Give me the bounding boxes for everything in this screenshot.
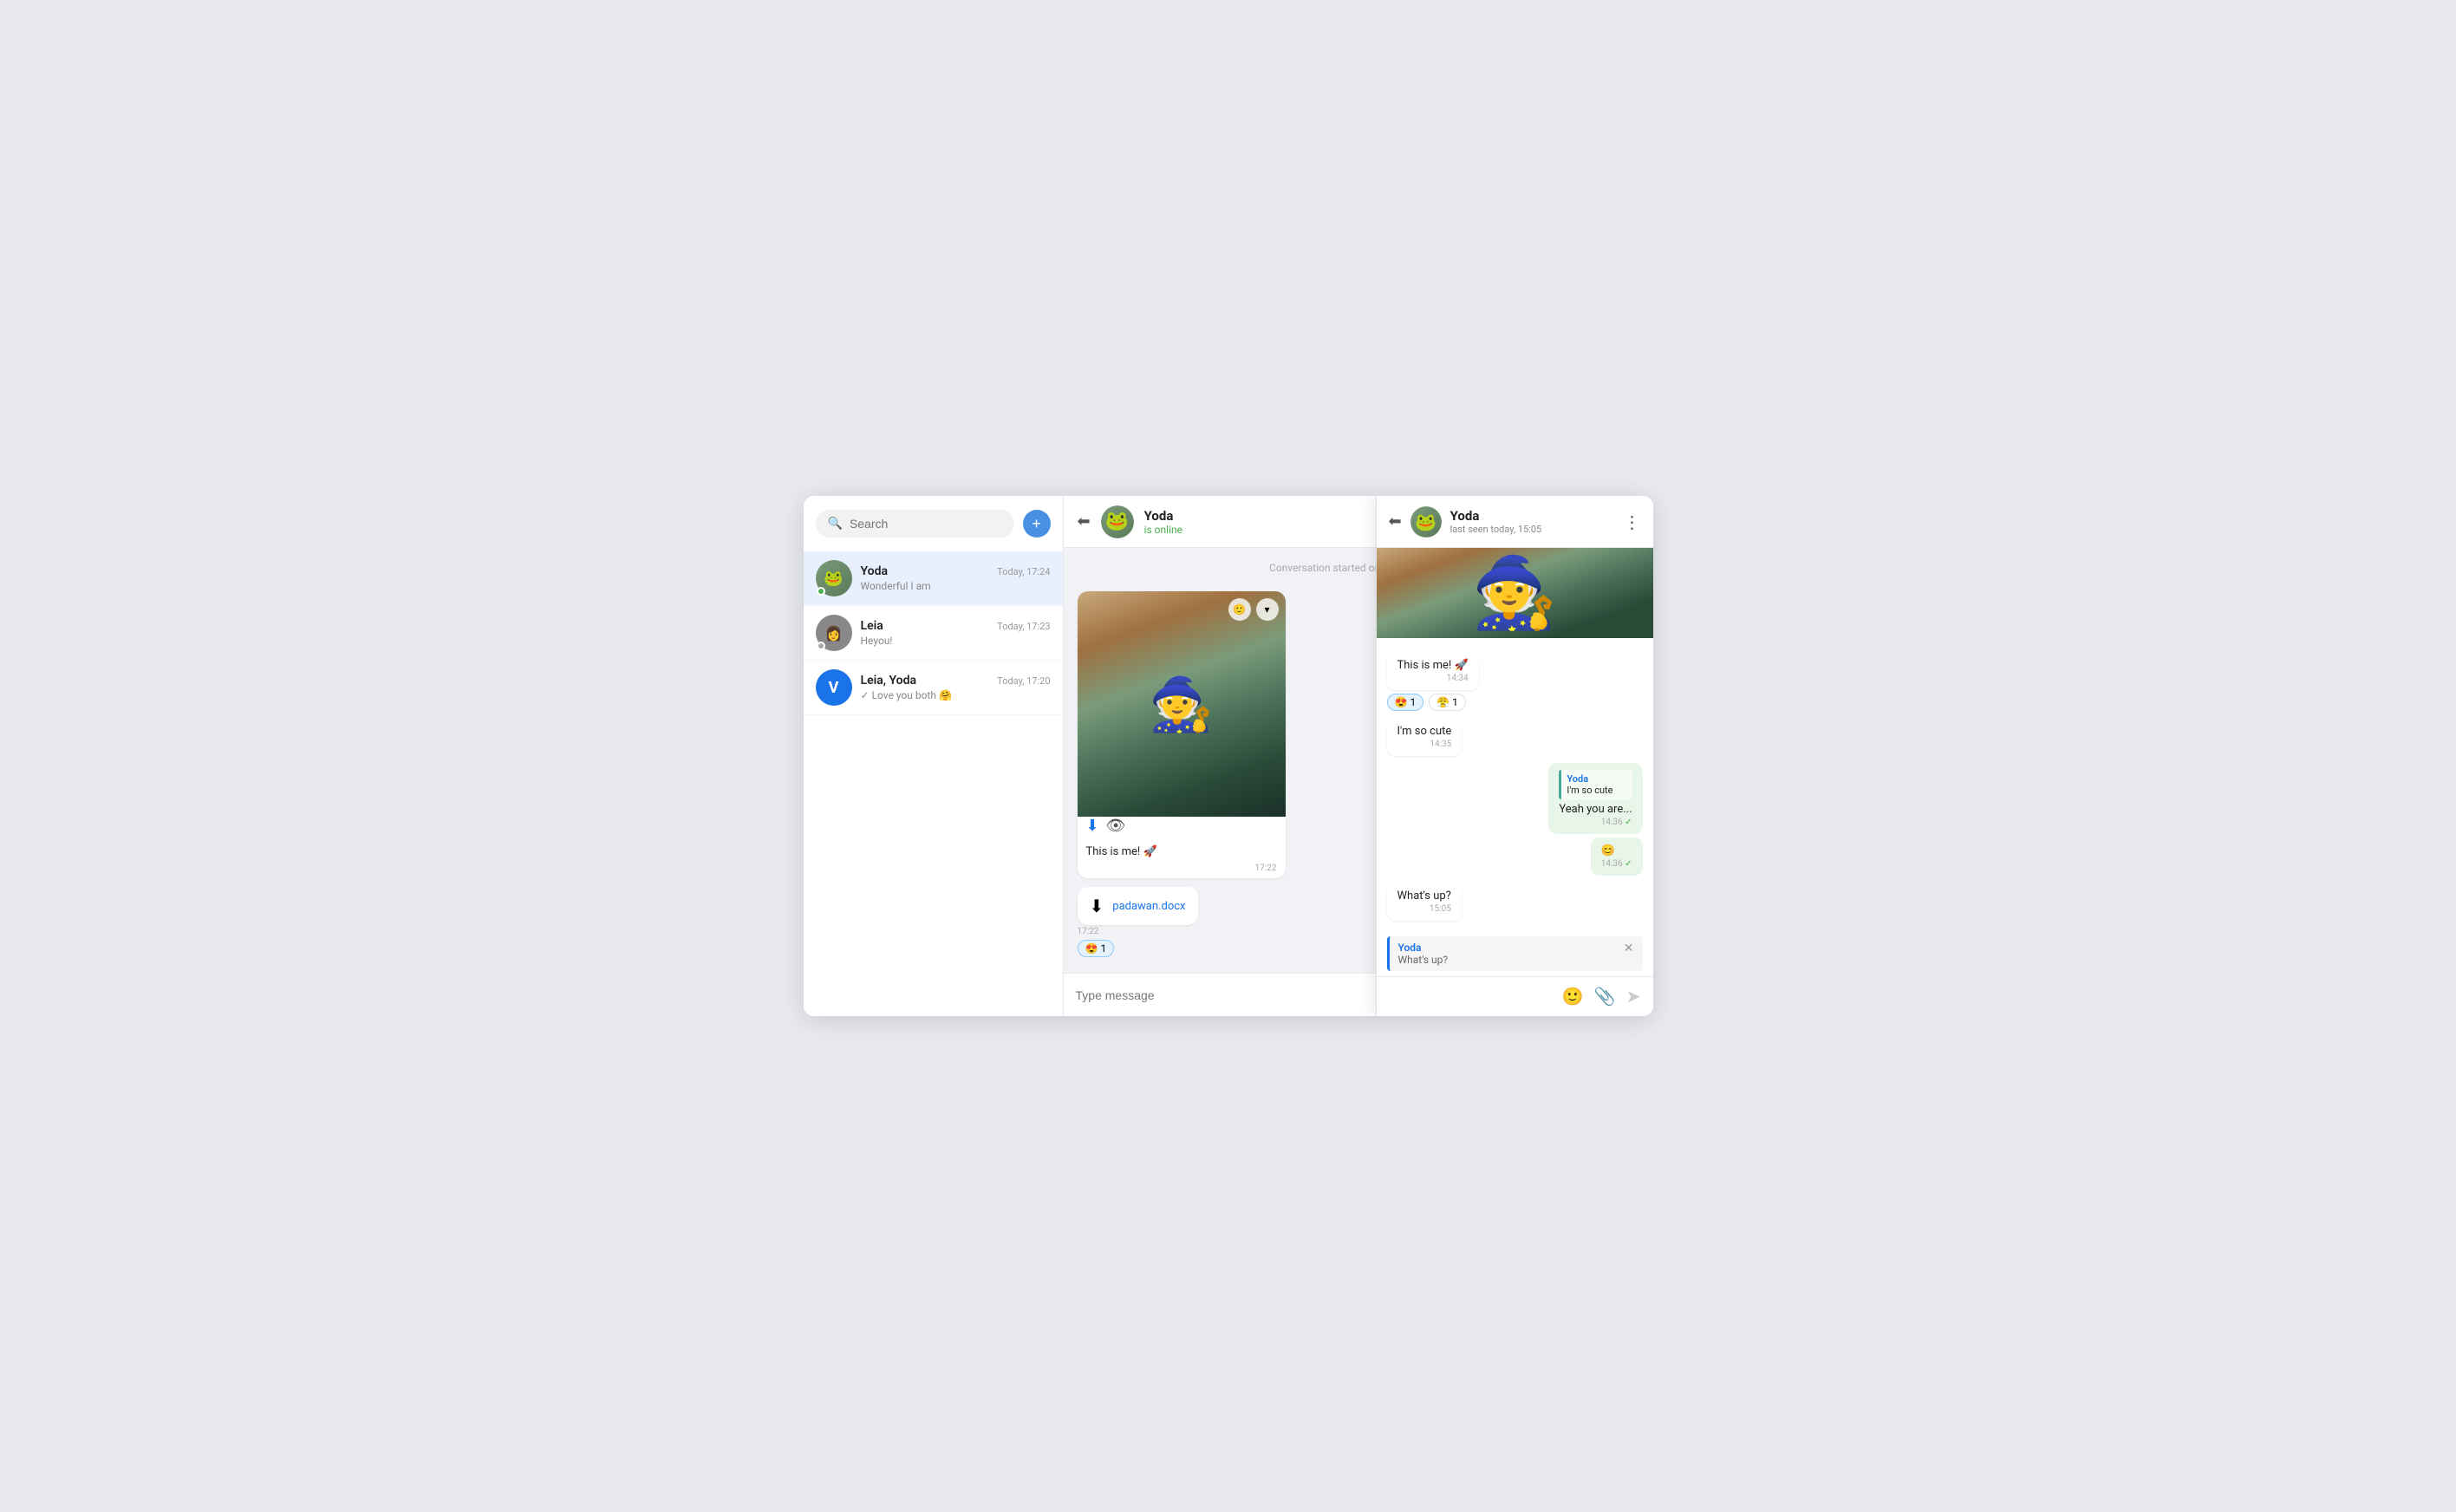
right-panel-emoji-button[interactable]: 🙂: [1560, 984, 1586, 1009]
contact-item-leia-yoda[interactable]: V Leia, Yoda Today, 17:20 ✓ Love you bot…: [804, 661, 1063, 715]
rp-sent-wrap: Yoda I'm so cute Yeah you are... 14:36 ✓…: [1387, 763, 1643, 876]
file-bubble: ⬇ padawan.docx: [1078, 887, 1198, 925]
rp-reaction-heart[interactable]: 😍 1: [1387, 694, 1424, 711]
image-bubble-actions: ⬇ 👁: [1078, 817, 1286, 840]
add-contact-button[interactable]: +: [1023, 510, 1051, 538]
rp-message-1-text: This is me! 🚀: [1397, 659, 1469, 672]
rp-sent-emoji-text: 😊: [1601, 844, 1615, 857]
rp-message-1: This is me! 🚀 14:34: [1387, 652, 1479, 690]
rp-message-5: What's up? 15:05: [1387, 883, 1462, 921]
right-panel-attachment-button[interactable]: 📎: [1593, 984, 1618, 1009]
right-panel-send-button[interactable]: ➤: [1625, 984, 1643, 1009]
contact-preview-leia: Heyou!: [861, 635, 1051, 647]
avatar-wrap-group: V: [816, 669, 852, 706]
image-bubble: 🙂 ▾ 🧙 ⬇ 👁 This is me! 🚀 17:22: [1078, 591, 1286, 878]
rp-message-5-wrap: What's up? 15:05: [1387, 883, 1643, 921]
contact-time-group: Today, 17:20: [997, 675, 1050, 687]
avatar-wrap-leia: 👩: [816, 615, 852, 651]
right-panel-avatar: 🐸: [1410, 506, 1442, 538]
rp-sent-time: 14:36 ✓: [1559, 818, 1632, 827]
rp-sent-text: Yeah you are...: [1559, 803, 1632, 816]
image-caption: This is me! 🚀: [1078, 840, 1286, 860]
right-panel-input-bar: 🙂 📎 ➤: [1377, 976, 1653, 1016]
rp-message-5-time: 15:05: [1397, 904, 1451, 914]
rp-message-2-wrap: I'm so cute 14:35: [1387, 718, 1643, 756]
reply-preview-sender: Yoda: [1398, 942, 1634, 954]
app-container: 🔍 + 🐸 Yoda Today, 17:24: [804, 496, 1653, 1016]
image-time: 17:22: [1078, 864, 1286, 878]
right-panel-last-seen: last seen today, 15:05: [1450, 524, 1615, 535]
right-panel-back-icon[interactable]: ⬅: [1389, 512, 1402, 531]
contact-name-leia: Leia: [861, 619, 883, 633]
online-indicator-yoda: [817, 587, 825, 596]
file-icon: ⬇: [1090, 896, 1104, 916]
eye-icon[interactable]: 👁: [1106, 817, 1126, 835]
plus-icon: +: [1032, 515, 1041, 533]
right-panel-contact-name: Yoda: [1450, 508, 1615, 524]
contact-info-group: Leia, Yoda Today, 17:20 ✓ Love you both …: [861, 674, 1051, 701]
rp-sent-emoji: 😊 14:36 ✓: [1591, 837, 1643, 876]
rp-message-1-reactions: 😍 1 😤 1: [1387, 694, 1466, 711]
reply-preview-text: What's up?: [1398, 954, 1634, 966]
right-panel-profile-image: 🧙: [1377, 548, 1653, 638]
file-time: 17:22: [1078, 927, 1099, 936]
dots-menu-icon[interactable]: ⋮: [1624, 512, 1641, 532]
contact-info-leia: Leia Today, 17:23 Heyou!: [861, 619, 1051, 647]
contact-info-yoda: Yoda Today, 17:24 Wonderful I am: [861, 564, 1051, 592]
chat-header-avatar: 🐸: [1101, 505, 1134, 538]
reply-close-button[interactable]: ✕: [1624, 942, 1634, 955]
rp-message-1-wrap: This is me! 🚀 14:34 😍 1 😤 1: [1387, 652, 1643, 711]
contact-name-row-yoda: Yoda Today, 17:24: [861, 564, 1051, 578]
file-reaction-pill[interactable]: 😍 1: [1078, 940, 1115, 957]
right-panel-header: ⬅ 🐸 Yoda last seen today, 15:05 ⋮: [1377, 496, 1653, 548]
contact-name-row-group: Leia, Yoda Today, 17:20: [861, 674, 1051, 688]
contact-name-yoda: Yoda: [861, 564, 889, 578]
contact-name-row-leia: Leia Today, 17:23: [861, 619, 1051, 633]
contact-item-yoda[interactable]: 🐸 Yoda Today, 17:24 Wonderful I am: [804, 551, 1063, 606]
rp-message-2-text: I'm so cute: [1397, 725, 1452, 738]
right-panel: ⬅ 🐸 Yoda last seen today, 15:05 ⋮ 🧙 This…: [1376, 496, 1653, 1016]
sidebar-header: 🔍 +: [804, 496, 1063, 551]
right-panel-messages: 🧙 This is me! 🚀 14:34 😍 1 😤 1 I'm so cut…: [1377, 548, 1653, 931]
image-controls: 🙂 ▾: [1228, 598, 1279, 621]
rp-quote-preview: Yoda I'm so cute: [1559, 770, 1632, 799]
download-icon[interactable]: ⬇: [1086, 817, 1099, 835]
rp-message-1-time: 14:34: [1397, 674, 1469, 683]
avatar-group: V: [816, 669, 852, 706]
sidebar: 🔍 + 🐸 Yoda Today, 17:24: [804, 496, 1064, 1016]
search-box[interactable]: 🔍: [816, 510, 1014, 538]
contact-time-yoda: Today, 17:24: [997, 566, 1050, 577]
rp-message-5-text: What's up?: [1397, 890, 1451, 903]
right-panel-header-info: Yoda last seen today, 15:05: [1450, 508, 1615, 535]
contact-item-leia[interactable]: 👩 Leia Today, 17:23 Heyou!: [804, 606, 1063, 661]
search-input[interactable]: [850, 517, 1002, 531]
rp-message-2-time: 14:35: [1397, 740, 1452, 749]
file-reactions: 😍 1: [1078, 940, 1115, 957]
more-options-button[interactable]: ▾: [1256, 598, 1279, 621]
rp-reaction-angry[interactable]: 😤 1: [1429, 694, 1466, 711]
right-panel-input[interactable]: [1387, 990, 1554, 1003]
emoji-react-button[interactable]: 🙂: [1228, 598, 1251, 621]
avatar-wrap-yoda: 🐸: [816, 560, 852, 596]
rp-sent-emoji-time: 14:36 ✓: [1601, 859, 1632, 869]
search-icon: 🔍: [828, 517, 843, 531]
contact-time-leia: Today, 17:23: [997, 621, 1050, 632]
rp-quote-sender: Yoda: [1567, 773, 1626, 785]
reply-preview: ✕ Yoda What's up?: [1387, 936, 1643, 971]
contact-name-group: Leia, Yoda: [861, 674, 917, 688]
contact-preview-yoda: Wonderful I am: [861, 580, 1051, 592]
online-indicator-leia: [817, 642, 825, 650]
rp-quote-text: I'm so cute: [1567, 785, 1626, 796]
rp-sent-quoted: Yoda I'm so cute Yeah you are... 14:36 ✓: [1548, 763, 1642, 834]
file-name: padawan.docx: [1112, 900, 1185, 913]
rp-message-2: I'm so cute 14:35: [1387, 718, 1463, 756]
contact-list: 🐸 Yoda Today, 17:24 Wonderful I am 👩: [804, 551, 1063, 1016]
contact-preview-group: ✓ Love you both 🤗: [861, 689, 1051, 701]
back-arrow-icon[interactable]: ⬅: [1078, 512, 1091, 531]
